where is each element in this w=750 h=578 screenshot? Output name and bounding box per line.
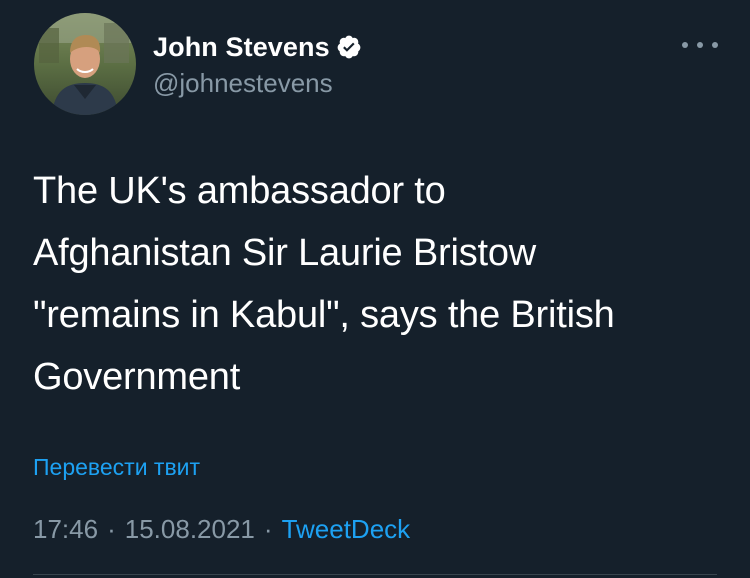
tweet-date[interactable]: 15.08.2021 — [125, 514, 255, 545]
tweet-meta: 17:46 · 15.08.2021 · TweetDeck — [33, 514, 410, 545]
more-dot — [697, 42, 703, 48]
meta-separator: · — [107, 514, 116, 544]
author-name-row: John Stevens — [153, 30, 362, 64]
more-dot — [712, 42, 718, 48]
author-display-name[interactable]: John Stevens — [153, 32, 330, 63]
avatar-photo — [34, 13, 136, 115]
tweet-text-line: Government — [33, 356, 241, 398]
tweet-text-line: "remains in Kabul", says the British — [33, 294, 615, 336]
tweet-source-link[interactable]: TweetDeck — [282, 514, 411, 545]
author-handle[interactable]: @johnestevens — [153, 68, 362, 99]
meta-separator: · — [263, 514, 273, 544]
tweet-text-line: The UK's ambassador to — [33, 170, 446, 212]
verified-badge-icon — [336, 34, 362, 60]
more-options-icon[interactable] — [682, 34, 718, 56]
tweet-text: The UK's ambassador to Afghanistan Sir L… — [33, 160, 713, 408]
tweet-author[interactable]: John Stevens @johnestevens — [153, 30, 362, 99]
translate-tweet-link[interactable]: Перевести твит — [33, 454, 200, 481]
tweet-card: John Stevens @johnestevens The UK's amba… — [0, 0, 750, 578]
divider — [33, 574, 717, 575]
avatar[interactable] — [34, 13, 136, 115]
tweet-time[interactable]: 17:46 — [33, 514, 98, 545]
tweet-text-line: Afghanistan Sir Laurie Bristow — [33, 232, 537, 274]
more-dot — [682, 42, 688, 48]
